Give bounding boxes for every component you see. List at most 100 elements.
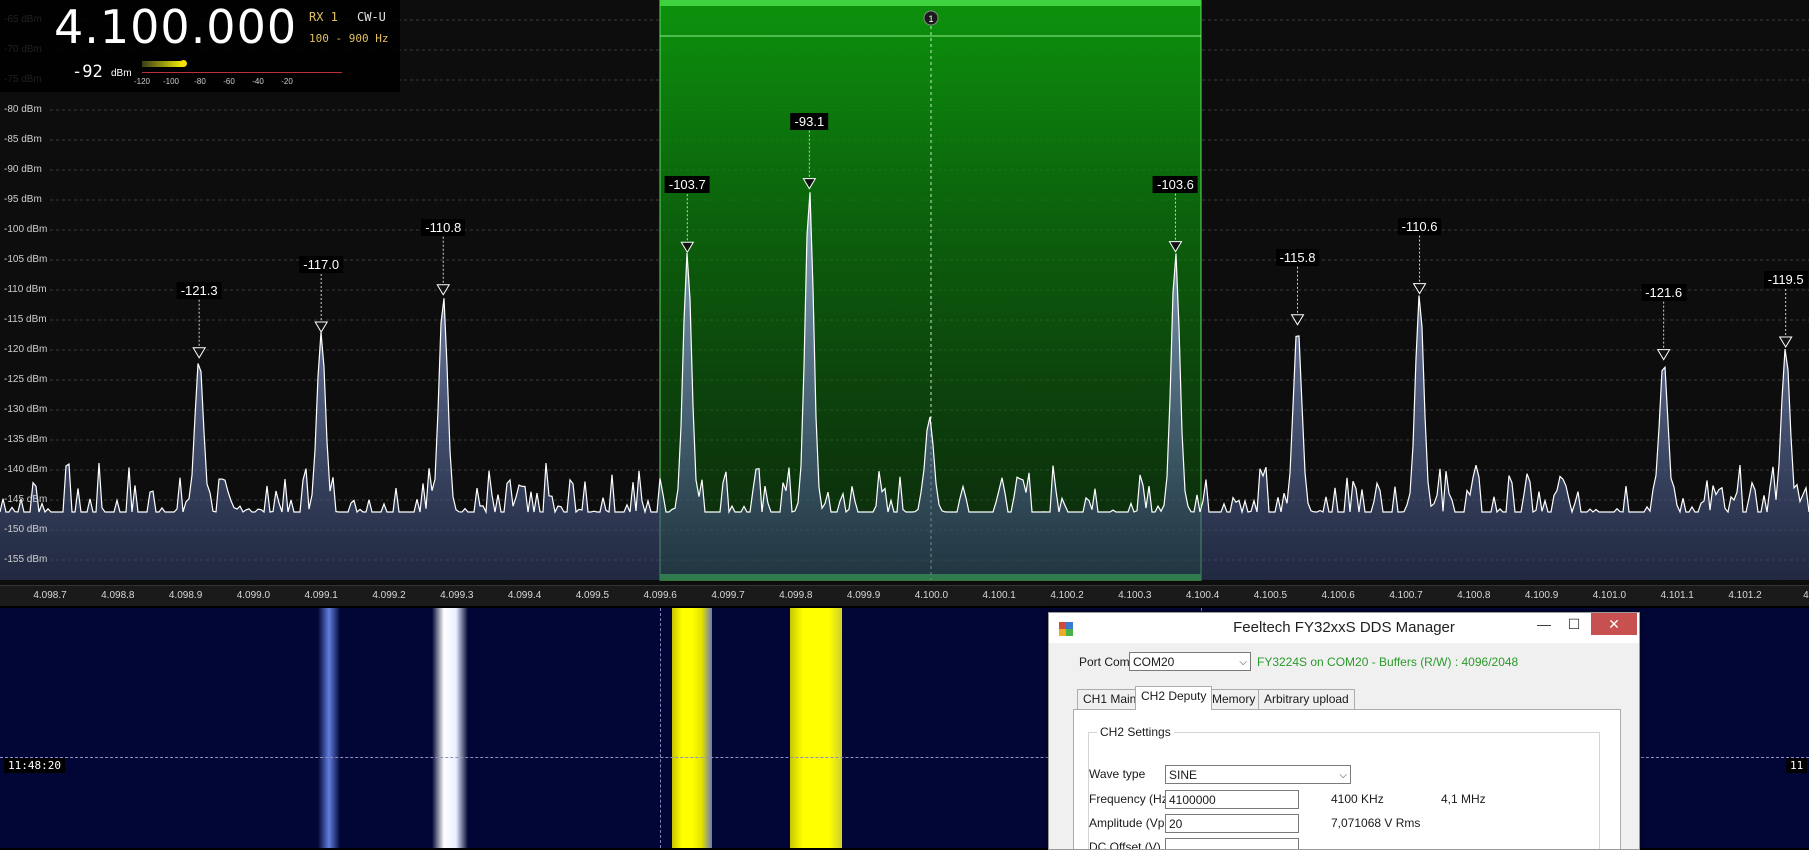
frequency-tick-label: 4.10 [1803,590,1809,601]
peak-label: -110.8 [421,218,466,236]
waterfall-trace-medium [432,608,468,848]
frequency-tick-label: 4.100.3 [1118,590,1152,601]
dbm-label: -105 dBm [4,254,48,265]
spectrum-display[interactable]: 1 -65 dBm-70 dBm-75 dBm-80 dBm-85 dBm-90… [0,0,1809,606]
frequency-tick-label: 4.100.9 [1524,590,1559,601]
frequency-mhz: 4,1 MHz [1441,792,1486,806]
peak-marker[interactable] [1656,349,1671,361]
dbm-label: -80 dBm [4,104,42,115]
peak-label: -93.1 [790,112,829,130]
frequency-tick-label: 4.099.7 [711,590,745,601]
frequency-tick-label: 4.099.2 [372,590,406,601]
frequency-tick-label: 4.099.9 [846,590,881,601]
frequency-tick-label: 4.099.6 [643,590,677,601]
peak-marker[interactable] [314,321,329,333]
s-meter-tick: -120 [133,77,151,86]
peak-label: -103.6 [1153,175,1198,193]
minimize-button[interactable]: — [1529,613,1559,635]
rx-indicator[interactable]: RX 1 [309,10,338,24]
ch2-tab-panel: CH2 Settings Wave type SINE ⌵ Frequency … [1073,709,1621,850]
waterfall-timestamp-left: 11:48:20 [4,758,65,773]
tab-arbitrary-upload[interactable]: Arbitrary upload [1258,689,1355,709]
peak-label: -121.3 [176,281,222,299]
frequency-tick-label: 4.098.7 [33,590,67,601]
frequency-tick-label: 4.100.7 [1389,590,1423,601]
dc-offset-input[interactable] [1165,838,1299,849]
peak-label: -103.7 [664,176,710,194]
waterfall-trace-weak [318,608,340,848]
frequency-tick-label: 4.101.0 [1592,590,1627,601]
s-meter-baseline [142,72,342,73]
peak-label: -117.0 [299,256,344,273]
peak-label: -110.6 [1397,217,1442,235]
dbm-label: -145 dBm [4,494,48,505]
frequency-tick-label: 4.100.1 [982,590,1016,601]
waterfall-passband-left-edge [660,608,662,848]
dc-offset-label: DC Offset (V) [1089,840,1161,850]
passband-top-bar[interactable] [660,0,1201,6]
frequency-tick-label: 4.101.2 [1728,590,1762,601]
peak-marker[interactable] [1412,283,1427,295]
window-titlebar[interactable]: Feeltech FY32xxS DDS Manager — ☐ ✕ [1049,613,1639,643]
frequency-tick-label: 4.100.5 [1253,590,1288,601]
dds-manager-window[interactable]: Feeltech FY32xxS DDS Manager — ☐ ✕ Port … [1048,612,1640,850]
peak-label: -115.8 [1275,248,1320,266]
dbm-label: -90 dBm [4,164,42,175]
frequency-input[interactable]: 4100000 [1165,790,1299,809]
frequency-tick-label: 4.100.0 [914,590,949,601]
frequency-axis[interactable]: 4.098.7 4.098.8 4.098.9 4.099.0 4.099.1 4.099… [0,585,1809,606]
wave-type-select[interactable]: SINE ⌵ [1165,765,1351,784]
frequency-tick-label: 4.100.6 [1321,590,1355,601]
tab-ch1-main[interactable]: CH1 Main [1077,689,1143,709]
ch2-settings-title: CH2 Settings [1097,725,1174,739]
dbm-label: -150 dBm [4,524,48,535]
peak-label: -119.5 [1763,271,1808,288]
chevron-down-icon: ⌵ [1339,770,1347,781]
peak-marker[interactable] [1778,336,1793,348]
port-com-select[interactable]: COM20 ⌵ [1129,652,1251,671]
connection-status: FY3224S on COM20 - Buffers (R/W) : 4096/… [1257,655,1519,669]
s-meter-knob [179,60,187,67]
frequency-tick-label: 4.100.8 [1457,590,1491,601]
mode-indicator[interactable]: CW-U [357,10,386,24]
signal-level-unit: dBm [111,68,132,79]
dbm-label: -120 dBm [4,344,48,355]
chevron-down-icon: ⌵ [1239,657,1247,668]
vfo-frequency[interactable]: 4.100.000 [54,0,297,54]
center-marker-number: 1 [928,14,933,24]
close-button[interactable]: ✕ [1591,613,1637,635]
waterfall-trace-strongest [790,608,842,848]
signal-level-value: -92 [72,62,103,82]
tab-ch2-deputy[interactable]: CH2 Deputy [1135,686,1213,710]
port-com-label: Port Com [1079,655,1130,669]
tab-memory[interactable]: Memory [1206,689,1262,709]
s-meter-tick: -40 [252,77,264,86]
dbm-label: -135 dBm [4,434,48,445]
dbm-label: -110 dBm [4,284,47,295]
frequency-tick-label: 4.100.4 [1185,590,1220,601]
s-meter-tick: -20 [281,77,293,86]
peak-label: -121.6 [1641,283,1687,301]
dbm-label: -130 dBm [4,404,48,415]
dbm-label: -85 dBm [4,134,42,145]
waterfall-timestamp-right: 11 [1786,758,1808,773]
bandwidth-indicator[interactable]: 100 - 900 Hz [309,32,388,45]
wave-type-value: SINE [1169,768,1198,782]
s-meter-fill [142,61,183,67]
port-com-value: COM20 [1133,655,1175,669]
waterfall-trace-strong [672,608,712,848]
frequency-readout-panel: 4.100.000 RX 1 CW-U 100 - 900 Hz -92 dBm… [0,0,400,92]
amplitude-input[interactable]: 20 [1165,814,1299,833]
wave-type-label: Wave type [1089,767,1146,781]
frequency-tick-label: 4.098.9 [168,590,203,601]
s-meter-tick: -80 [194,77,206,86]
dbm-label: -115 dBm [4,314,47,325]
frequency-label: Frequency (Hz) [1089,792,1172,806]
dbm-label: -155 dBm [4,554,48,565]
peak-marker[interactable] [192,347,207,359]
frequency-tick-label: 4.099.3 [440,590,474,601]
maximize-button[interactable]: ☐ [1559,613,1589,635]
dbm-label: -125 dBm [4,374,48,385]
frequency-tick-label: 4.099.8 [779,590,813,601]
frequency-khz: 4100 KHz [1331,792,1384,806]
